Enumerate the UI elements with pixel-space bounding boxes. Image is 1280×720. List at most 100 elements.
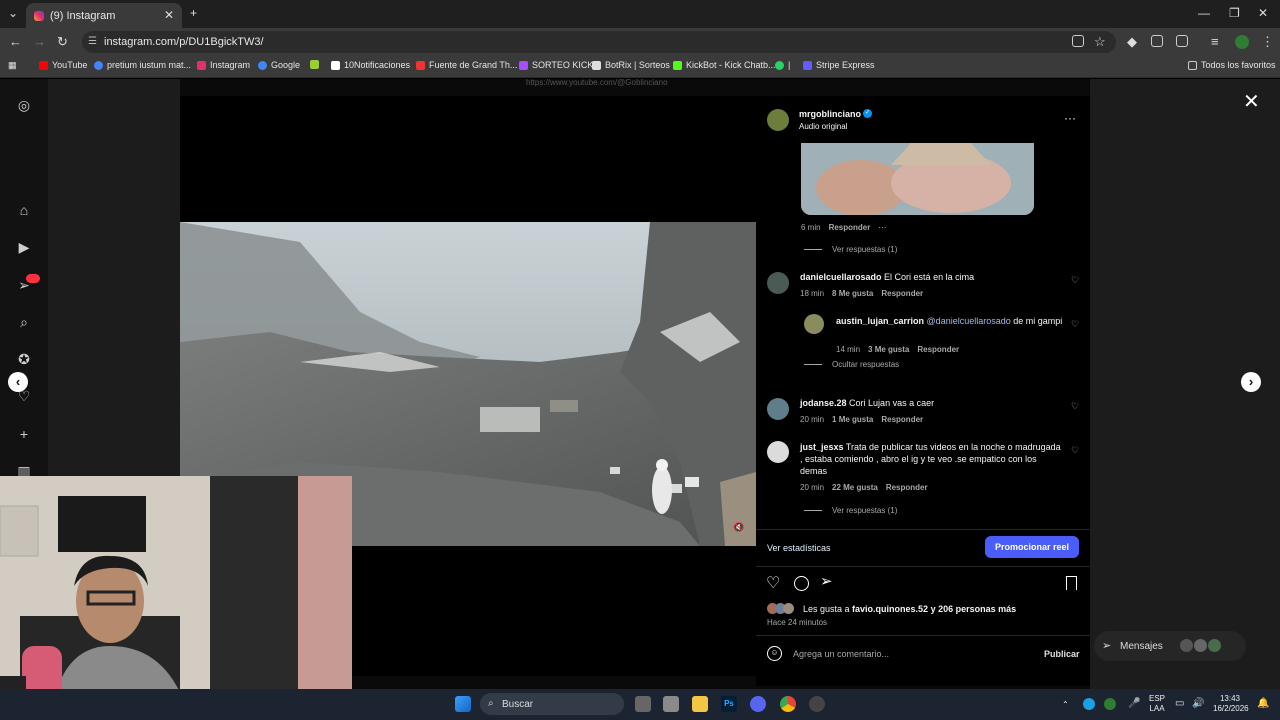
bookmark-botrix[interactable]: BotRix | Sorteos [592,60,670,70]
bookmark-sorteo-kick[interactable]: SORTEO KICK [519,60,593,70]
reply-link[interactable]: Responder [917,345,959,354]
explore-icon[interactable]: ✪ [16,351,32,367]
comment-likes[interactable]: 3 Me gusta [868,345,909,354]
more-options-icon[interactable]: ··· [1064,111,1076,125]
window-close-icon[interactable]: ✕ [1258,6,1268,20]
bookmark-whatsapp[interactable]: | [775,60,790,70]
bookmark-10notificaciones[interactable]: 10Notificaciones [331,60,410,70]
bookmark-star-icon[interactable]: ☆ [1094,34,1106,50]
messages-bubble[interactable]: ➢ Mensajes [1094,631,1246,661]
site-info-icon[interactable]: ☰ [88,36,97,47]
minimize-icon[interactable]: — [1198,6,1210,20]
hide-replies[interactable]: Ocultar respuestas [804,360,899,369]
bookmark-google[interactable]: Google [258,60,300,70]
like-comment-icon[interactable]: ♡ [1071,319,1081,329]
menu-kebab-icon[interactable]: ⋮ [1261,34,1274,50]
comment-likes[interactable]: 8 Me gusta [832,289,873,298]
likes-suffix[interactable]: y 206 personas más [928,604,1017,614]
tray-app-icon[interactable] [1083,698,1095,710]
bookmark-instagram[interactable]: Instagram [197,60,250,70]
language-indicator[interactable]: ESP LAA [1149,694,1165,714]
reload-icon[interactable]: ↻ [57,34,68,50]
bookmark-unnamed[interactable] [310,60,323,69]
comment-input[interactable]: Agrega un comentario... [793,649,889,659]
comment-options-icon[interactable]: ··· [878,223,886,232]
promote-reel-button[interactable]: Promocionar reel [985,536,1079,558]
commenter-avatar[interactable] [767,398,789,420]
comment-username[interactable]: austin_lujan_carrion [836,316,924,326]
like-comment-icon[interactable]: ♡ [1071,275,1081,285]
tab-close-icon[interactable]: ✕ [164,8,174,22]
emoji-icon[interactable]: ☺ [767,646,782,661]
likes-user[interactable]: favio.quinones.52 [852,604,928,614]
comment-likes[interactable]: 1 Me gusta [832,415,873,424]
bookmark-pretium[interactable]: pretium iustum mat... [94,60,191,70]
notifications-bell-icon[interactable]: 🔔 [1257,699,1269,709]
reply-link[interactable]: Responder [886,483,928,492]
comment-username[interactable]: just_jesxs [800,442,844,452]
like-heart-icon[interactable]: ♡ [766,573,780,593]
clock[interactable]: 13:43 16/2/2026 [1213,694,1249,714]
obs-icon[interactable] [809,696,825,712]
microphone-icon[interactable]: 🎤 [1128,699,1140,709]
all-bookmarks[interactable]: Todos los favoritos [1188,60,1276,70]
bookmark-youtube[interactable]: YouTube [39,60,87,70]
audio-label[interactable]: Audio original [799,122,847,131]
network-icon[interactable]: ▭ [1175,699,1184,709]
home-icon[interactable]: ⌂ [16,202,32,218]
view-replies-2[interactable]: Ver respuestas (1) [804,506,897,515]
bookmark-kickbot[interactable]: KickBot - Kick Chatb... [673,60,776,70]
view-stats-link[interactable]: Ver estadísticas [767,543,831,553]
comment-bubble-icon[interactable] [794,576,809,591]
author-username[interactable]: mrgoblinciano [799,109,861,119]
reply-link[interactable]: Responder [881,289,923,298]
extensions-puzzle-icon[interactable] [1176,35,1188,47]
extension-2-icon[interactable] [1151,35,1163,47]
likes-summary[interactable]: Les gusta a favio.quinones.52 y 206 pers… [803,604,1016,614]
app-icon[interactable] [663,696,679,712]
new-tab-icon[interactable]: + [190,6,197,20]
comment-mention[interactable]: @danielcuellarosado [927,316,1011,326]
tab-instagram[interactable]: (9) Instagram ✕ [26,3,182,28]
author-avatar[interactable] [767,109,789,131]
file-explorer-icon[interactable] [692,696,708,712]
view-replies-1[interactable]: Ver respuestas (1) [804,245,897,254]
volume-icon[interactable]: 🔊 [1192,699,1204,709]
default-avatar[interactable] [767,441,789,463]
address-bar[interactable]: ☰ instagram.com/p/DU1BgickTW3/ [82,31,1116,53]
bookmark-fuente-gta[interactable]: Fuente de Grand Th... [416,60,517,70]
comment-username[interactable]: jodanse.28 [800,398,847,408]
like-comment-icon[interactable]: ♡ [1071,401,1081,411]
next-post-button[interactable]: › [1241,372,1261,392]
discord-icon[interactable] [750,696,766,712]
close-modal-icon[interactable]: ✕ [1243,89,1260,114]
like-comment-icon[interactable]: ♡ [1071,445,1081,455]
tray-overflow-icon[interactable]: ⌃ [1062,700,1069,710]
task-view-icon[interactable] [635,696,651,712]
taskbar-search[interactable]: ⌕ Buscar [480,693,624,715]
media-controls-icon[interactable]: ≡ [1211,34,1219,49]
save-bookmark-icon[interactable] [1066,576,1077,590]
install-app-icon[interactable] [1072,35,1084,47]
apps-grid-icon[interactable]: ▦ [8,60,17,71]
publish-button[interactable]: Publicar [1044,649,1080,659]
instagram-logo-icon[interactable]: ◎ [16,97,32,113]
comment-gif-image[interactable] [801,143,1034,215]
search-icon[interactable]: ⌕ [16,314,32,330]
reels-icon[interactable]: ▶ [16,239,32,255]
comment-username[interactable]: danielcuellarosado [800,272,882,282]
comment-likes[interactable]: 22 Me gusta [832,483,878,492]
tab-list-icon[interactable]: ⌄ [8,6,18,20]
restore-icon[interactable]: ❐ [1229,6,1240,20]
profile-avatar[interactable] [1235,35,1249,49]
likers-avatars[interactable] [767,603,794,614]
previous-post-button[interactable]: ‹ [8,372,28,392]
commenter-avatar[interactable] [767,272,789,294]
reply-avatar[interactable] [804,314,824,334]
reply-link[interactable]: Responder [881,415,923,424]
mute-icon[interactable]: 🔇 [733,522,744,533]
reply-link[interactable]: Responder [829,223,871,232]
forward-icon[interactable]: → [33,34,46,49]
bookmark-stripe[interactable]: Stripe Express [803,60,875,70]
tray-app-2-icon[interactable] [1104,698,1116,710]
